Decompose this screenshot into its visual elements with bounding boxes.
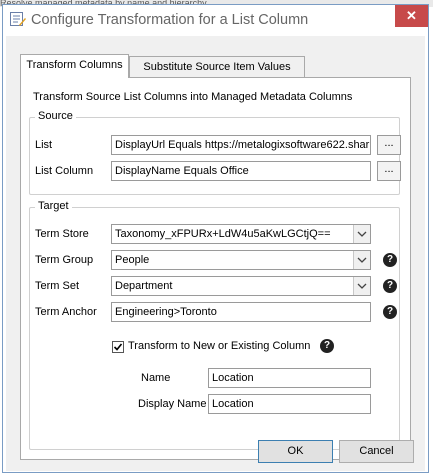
term-set-dropdown[interactable]: Department <box>111 276 371 296</box>
title-bar: Configure Transformation for a List Colu… <box>3 5 428 35</box>
tab-transform-columns[interactable]: Transform Columns <box>20 54 129 78</box>
term-group-dropdown[interactable]: People <box>111 250 371 270</box>
app-icon <box>10 12 26 26</box>
name-field[interactable]: Location <box>208 368 371 388</box>
chevron-down-icon <box>353 225 370 243</box>
chevron-down-icon <box>353 251 370 269</box>
display-name-field[interactable]: Location <box>208 394 371 414</box>
dialog-window: Configure Transformation for a List Colu… <box>2 4 429 473</box>
tab-page-transform-columns: Transform Source List Columns into Manag… <box>20 77 411 460</box>
term-group-value: People <box>115 254 150 266</box>
transform-checkbox[interactable] <box>112 341 124 353</box>
term-anchor-label: Term Anchor <box>35 306 97 318</box>
chevron-down-icon <box>353 277 370 295</box>
ok-button[interactable]: OK <box>258 440 333 463</box>
term-set-label: Term Set <box>35 280 80 292</box>
list-browse-button[interactable]: ... <box>377 135 401 155</box>
term-anchor-help-icon[interactable]: ? <box>383 305 397 319</box>
source-group <box>29 117 400 195</box>
term-store-value: Taxonomy_xFPURx+LdW4u5aKwLGCtjQ== <box>115 228 331 240</box>
term-set-help-icon[interactable]: ? <box>383 279 397 293</box>
cancel-button[interactable]: Cancel <box>339 440 414 463</box>
term-anchor-field[interactable]: Engineering>Toronto <box>111 302 371 322</box>
name-label: Name <box>141 372 171 384</box>
list-column-field[interactable]: DisplayName Equals Office <box>111 161 371 181</box>
display-name-label: Display Name <box>138 398 207 410</box>
term-group-help-icon[interactable]: ? <box>383 253 397 267</box>
list-label: List <box>35 139 53 151</box>
window-title: Configure Transformation for a List Colu… <box>31 12 309 28</box>
target-group-legend: Target <box>35 200 72 212</box>
transform-checkbox-label[interactable]: Transform to New or Existing Column <box>128 340 310 352</box>
term-set-value: Department <box>115 280 173 292</box>
list-column-label: List Column <box>35 165 94 177</box>
transform-help-icon[interactable]: ? <box>320 339 334 353</box>
source-group-legend: Source <box>35 110 76 122</box>
list-field[interactable]: DisplayUrl Equals https://metalogixsoftw… <box>111 135 371 155</box>
term-group-label: Term Group <box>35 254 94 266</box>
dialog-client-area: Transform Columns Substitute Source Item… <box>6 36 425 471</box>
list-column-browse-button[interactable]: ... <box>377 161 401 181</box>
close-button[interactable]: ✕ <box>395 5 428 27</box>
tab-description: Transform Source List Columns into Manag… <box>33 91 353 103</box>
term-store-label: Term Store <box>35 228 89 240</box>
checkmark-icon <box>113 343 123 351</box>
tab-substitute-source-item-values[interactable]: Substitute Source Item Values <box>129 56 305 78</box>
term-store-dropdown[interactable]: Taxonomy_xFPURx+LdW4u5aKwLGCtjQ== <box>111 224 371 244</box>
